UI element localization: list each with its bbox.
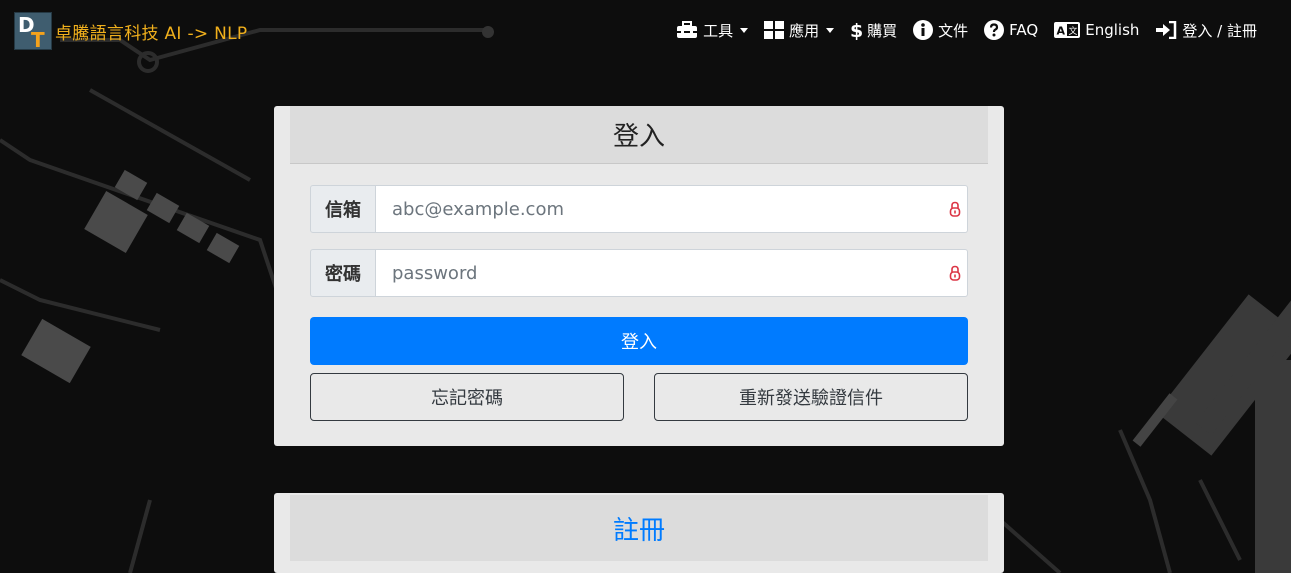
brand-link[interactable]: D T 卓騰語言科技 AI -> NLP xyxy=(14,12,248,52)
logo: D T xyxy=(14,12,52,52)
chevron-down-icon xyxy=(826,27,835,33)
email-field[interactable] xyxy=(376,185,968,233)
nav-login-label: 登入 / 註冊 xyxy=(1182,21,1257,40)
password-input-group: 密碼 xyxy=(310,249,968,297)
register-card-title[interactable]: 註冊 xyxy=(290,495,988,561)
nav-apps-dropdown[interactable]: 應用 xyxy=(764,20,835,41)
nav-docs-label: 文件 xyxy=(938,21,969,40)
login-submit-button[interactable]: 登入 xyxy=(310,317,968,365)
nav-faq-label: FAQ xyxy=(1009,21,1039,39)
nav-tools-label: 工具 xyxy=(703,21,734,40)
svg-text:文: 文 xyxy=(1069,25,1078,37)
login-card-title: 登入 xyxy=(290,106,988,164)
brand-name: 卓騰語言科技 AI -> NLP xyxy=(55,23,248,44)
nav-menu: 工具 應用 $ 購買 文件 FAQ A 文 English 登入 / 註冊 xyxy=(660,18,1257,42)
toolbox-icon xyxy=(677,21,698,38)
question-icon xyxy=(984,20,1005,40)
nav-login[interactable]: 登入 / 註冊 xyxy=(1155,20,1257,41)
navbar: D T 卓騰語言科技 AI -> NLP 工具 應用 $ 購買 文件 FAQ A… xyxy=(0,0,1291,62)
email-input-group: 信箱 xyxy=(310,185,968,233)
nav-purchase[interactable]: $ 購買 xyxy=(850,20,897,41)
chevron-down-icon xyxy=(740,27,749,33)
nav-faq[interactable]: FAQ xyxy=(984,20,1038,40)
dollar-icon: $ xyxy=(850,20,862,40)
lock-icon xyxy=(949,265,961,281)
login-card: 登入 信箱 密碼 登入 忘記密碼 重新發送驗證信件 xyxy=(274,106,1004,446)
nav-language[interactable]: A 文 English xyxy=(1054,21,1139,39)
nav-docs[interactable]: 文件 xyxy=(913,20,968,41)
email-label: 信箱 xyxy=(310,185,376,233)
lock-icon xyxy=(949,201,961,217)
svg-text:$: $ xyxy=(850,20,862,40)
nav-apps-label: 應用 xyxy=(789,21,820,40)
resend-verification-button[interactable]: 重新發送驗證信件 xyxy=(654,373,968,421)
logo-letter-t: T xyxy=(31,28,45,52)
translate-icon: A 文 xyxy=(1054,22,1081,38)
forgot-password-button[interactable]: 忘記密碼 xyxy=(310,373,624,421)
nav-language-label: English xyxy=(1085,21,1140,39)
sign-in-icon xyxy=(1156,21,1177,39)
password-field[interactable] xyxy=(376,249,968,297)
password-label: 密碼 xyxy=(310,249,376,297)
nav-purchase-label: 購買 xyxy=(867,21,898,40)
svg-text:A: A xyxy=(1057,25,1066,38)
info-icon xyxy=(913,20,934,40)
nav-tools-dropdown[interactable]: 工具 xyxy=(676,20,749,41)
register-card: 註冊 xyxy=(274,493,1004,573)
grid-icon xyxy=(764,21,785,39)
